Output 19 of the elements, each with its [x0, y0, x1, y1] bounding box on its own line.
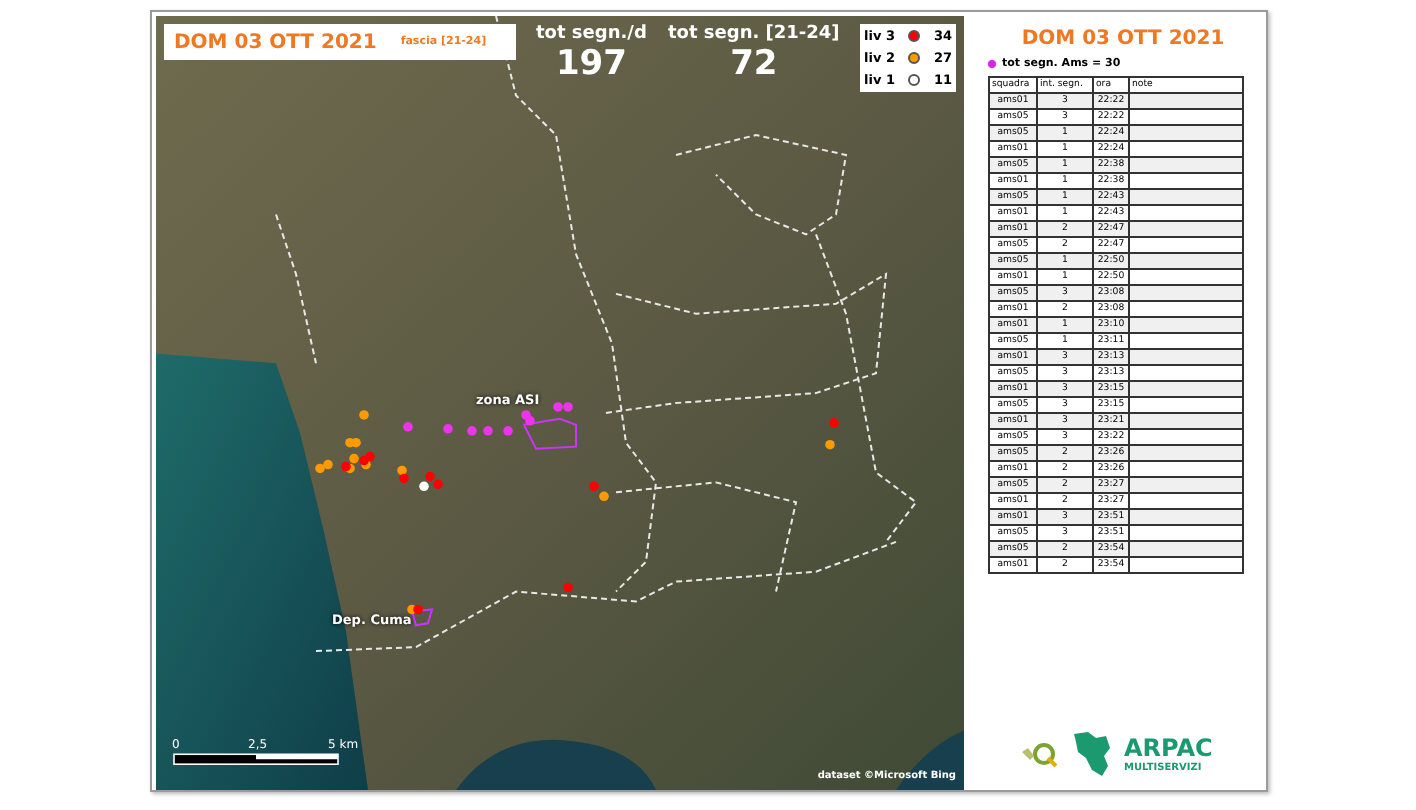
map-marker [443, 424, 453, 434]
map-title: DOM 03 OTT 2021 [174, 31, 377, 53]
panel-title: DOM 03 OTT 2021 [1019, 28, 1227, 50]
map-marker [483, 426, 493, 436]
map-marker [563, 582, 573, 593]
map-marker [503, 426, 513, 436]
stat-value: 72 [728, 44, 780, 84]
map-marker [467, 426, 477, 436]
stat-label: tot segn. [21-24] [668, 24, 840, 44]
region-map-icon [1072, 730, 1112, 778]
stat-value: 197 [553, 44, 629, 84]
map-marker [403, 422, 413, 432]
stat-label: tot segn./d [536, 24, 647, 44]
map-marker [825, 439, 835, 450]
zone-outline [522, 417, 577, 450]
map-marker [359, 410, 369, 420]
logo-name: ARPAC [1124, 735, 1213, 761]
q-logo-icon [1020, 740, 1060, 768]
map-marker [829, 418, 839, 428]
